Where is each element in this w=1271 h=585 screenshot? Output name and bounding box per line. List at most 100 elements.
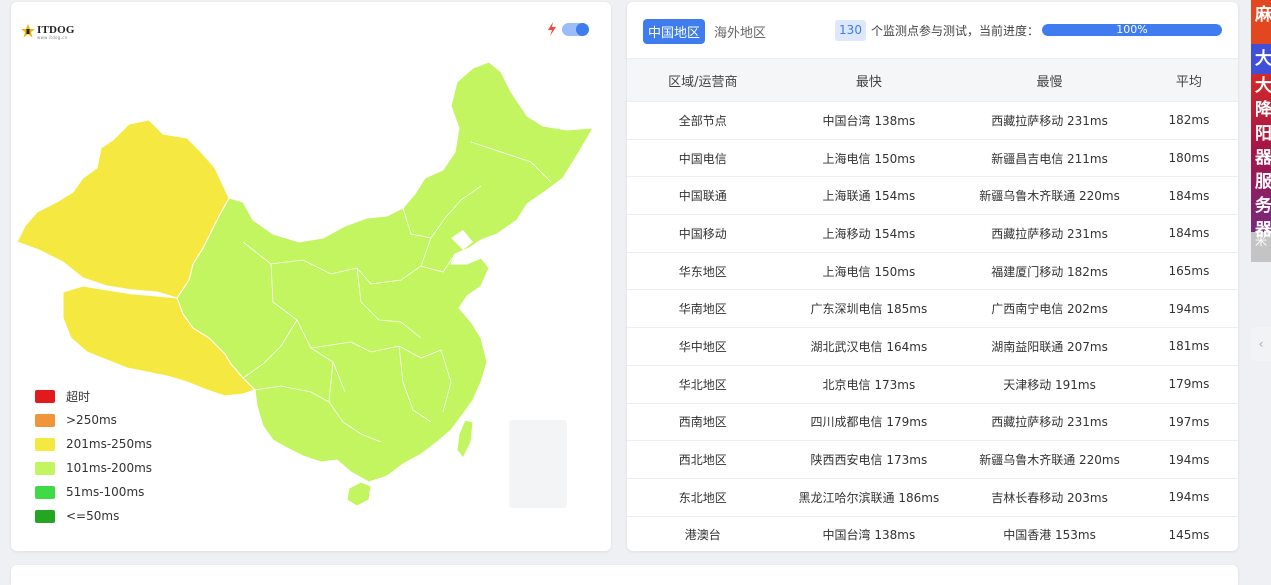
map-region-hainan[interactable] <box>346 481 372 507</box>
results-card: 中国地区 海外地区 130 个监测点参与测试，当前进度： 100% 区域/运营商 … <box>627 2 1238 555</box>
ad-char-4: 阳 <box>1255 124 1271 144</box>
side-collapse-button[interactable]: ‹ <box>1251 327 1271 361</box>
ad-char-1: 麻 <box>1255 5 1271 25</box>
legend-item[interactable]: 超时 <box>35 384 152 408</box>
results-table: 区域/运营商 最快 最慢 平均 全部节点 中国台湾 138ms 西藏拉萨移动 231… <box>627 58 1238 555</box>
ad-segment-2: 大 <box>1251 44 1271 74</box>
cell-fastest: 湖北武汉电信 164ms <box>778 327 960 366</box>
legend-item[interactable]: <=50ms <box>35 504 152 528</box>
map-card: ITDOG www.itdog.cn 超时 >250ms 201ms-250ms… <box>11 2 611 551</box>
cell-fastest: 中国台湾 138ms <box>778 516 960 555</box>
table-body: 全部节点 中国台湾 138ms 西藏拉萨移动 231ms 182ms 中国电信 上海电信 … <box>627 101 1238 555</box>
map-region-main[interactable] <box>176 61 594 483</box>
tab-overseas[interactable]: 海外地区 <box>709 19 771 44</box>
cell-fastest: 广东深圳电信 185ms <box>778 289 960 329</box>
cell-slowest: 福建厦门移动 182ms <box>959 252 1140 291</box>
legend-swatch <box>35 461 55 475</box>
table-row[interactable]: 华南地区 广东深圳电信 185ms 广西南宁电信 202ms 194ms <box>627 289 1238 329</box>
ad-segment-1: 麻 <box>1251 0 1271 44</box>
cell-slowest: 中国香港 153ms <box>959 516 1140 555</box>
cell-slowest: 吉林长春移动 203ms <box>959 478 1140 517</box>
ad-char-5: 器 <box>1255 148 1271 168</box>
bottom-card <box>11 565 1238 585</box>
cell-region: 华南地区 <box>627 289 779 329</box>
cell-average: 181ms <box>1139 327 1238 366</box>
cell-region: 中国移动 <box>627 214 779 253</box>
cell-fastest: 上海移动 154ms <box>778 214 960 253</box>
legend-item[interactable]: 201ms-250ms <box>35 432 152 456</box>
ad-char-2: 大 <box>1255 49 1271 69</box>
cell-fastest: 黑龙江哈尔滨联通 186ms <box>778 478 960 517</box>
monitor-count-text: 个监测点参与测试，当前进度： <box>871 24 1040 38</box>
progress-fill: 100% <box>1042 24 1222 36</box>
table-row[interactable]: 华北地区 北京电信 173ms 天津移动 191ms 179ms <box>627 365 1238 404</box>
header-region: 区域/运营商 <box>627 58 779 102</box>
table-row[interactable]: 西北地区 陕西西安电信 173ms 新疆乌鲁木齐联通 220ms 194ms <box>627 440 1238 479</box>
cell-average: 179ms <box>1139 365 1238 404</box>
legend-label: 超时 <box>66 389 91 404</box>
cell-slowest: 西藏拉萨移动 231ms <box>959 101 1140 140</box>
cell-region: 中国电信 <box>627 139 779 178</box>
header-average: 平均 <box>1139 58 1238 102</box>
cell-average: 180ms <box>1139 139 1238 178</box>
cell-region: 华东地区 <box>627 252 779 291</box>
map-legend: 超时 >250ms 201ms-250ms 101ms-200ms 51ms-100ms… <box>35 384 152 528</box>
legend-swatch <box>35 485 55 499</box>
cell-average: 184ms <box>1139 176 1238 216</box>
south-china-sea-inset <box>509 420 567 508</box>
legend-item[interactable]: 101ms-200ms <box>35 456 152 480</box>
table-row[interactable]: 华东地区 上海电信 150ms 福建厦门移动 182ms 165ms <box>627 252 1238 291</box>
table-row[interactable]: 中国联通 上海联通 154ms 新疆乌鲁木齐联通 220ms 184ms <box>627 176 1238 216</box>
legend-label: >250ms <box>66 413 117 427</box>
cell-slowest: 新疆乌鲁木齐联通 220ms <box>959 176 1140 216</box>
cell-region: 东北地区 <box>627 478 779 517</box>
cell-region: 港澳台 <box>627 516 779 555</box>
ad-char-6: 服 <box>1255 172 1271 192</box>
header-fastest: 最快 <box>778 58 960 102</box>
cell-slowest: 新疆乌鲁木齐联通 220ms <box>959 440 1140 479</box>
ad-char-3: 大降 <box>1255 76 1271 120</box>
table-row[interactable]: 中国移动 上海移动 154ms 西藏拉萨移动 231ms 184ms <box>627 214 1238 253</box>
cell-average: 145ms <box>1139 516 1238 555</box>
legend-swatch <box>35 413 55 427</box>
legend-item[interactable]: >250ms <box>35 408 152 432</box>
table-row[interactable]: 港澳台 中国台湾 138ms 中国香港 153ms 145ms <box>627 516 1238 555</box>
legend-item[interactable]: 51ms-100ms <box>35 480 152 504</box>
cell-fastest: 上海电信 150ms <box>778 252 960 291</box>
cell-fastest: 上海电信 150ms <box>778 139 960 178</box>
cell-region: 华北地区 <box>627 365 779 404</box>
cell-slowest: 湖南益阳联通 207ms <box>959 327 1140 366</box>
cell-average: 182ms <box>1139 101 1238 140</box>
table-row[interactable]: 东北地区 黑龙江哈尔滨联通 186ms 吉林长春移动 203ms 194ms <box>627 478 1238 517</box>
cell-fastest: 北京电信 173ms <box>778 365 960 404</box>
side-advertisement[interactable]: 麻 大 大降 阳 器 服 务 器 米 <box>1251 0 1271 262</box>
monitor-count-badge: 130 <box>835 20 866 41</box>
cell-slowest: 天津移动 191ms <box>959 365 1140 404</box>
cell-slowest: 西藏拉萨移动 231ms <box>959 403 1140 442</box>
cell-average: 184ms <box>1139 214 1238 253</box>
cell-fastest: 四川成都电信 179ms <box>778 403 960 442</box>
legend-label: 51ms-100ms <box>66 485 145 499</box>
legend-label: 101ms-200ms <box>66 461 153 475</box>
cell-fastest: 陕西西安电信 173ms <box>778 440 960 479</box>
cell-average: 194ms <box>1139 289 1238 329</box>
legend-label: <=50ms <box>66 509 120 523</box>
cell-region: 西北地区 <box>627 440 779 479</box>
region-tabs: 中国地区 海外地区 <box>643 19 775 44</box>
cell-fastest: 上海联通 154ms <box>778 176 960 216</box>
table-row[interactable]: 全部节点 中国台湾 138ms 西藏拉萨移动 231ms 182ms <box>627 101 1238 140</box>
table-row[interactable]: 华中地区 湖北武汉电信 164ms 湖南益阳联通 207ms 181ms <box>627 327 1238 366</box>
cell-average: 194ms <box>1139 440 1238 479</box>
tab-china[interactable]: 中国地区 <box>643 19 706 44</box>
map-region-taiwan[interactable] <box>456 419 474 459</box>
cell-region: 中国联通 <box>627 176 779 216</box>
cell-region: 西南地区 <box>627 403 779 442</box>
table-row[interactable]: 中国电信 上海电信 150ms 新疆昌吉电信 211ms 180ms <box>627 139 1238 178</box>
table-header-row: 区域/运营商 最快 最慢 平均 <box>627 58 1238 102</box>
table-row[interactable]: 西南地区 四川成都电信 179ms 西藏拉萨移动 231ms 197ms <box>627 403 1238 442</box>
cell-slowest: 新疆昌吉电信 211ms <box>959 139 1140 178</box>
legend-swatch <box>35 509 55 523</box>
ad-segment-3: 大降 阳 器 服 务 器 <box>1251 74 1271 240</box>
cell-average: 165ms <box>1139 252 1238 291</box>
legend-label: 201ms-250ms <box>66 437 153 451</box>
